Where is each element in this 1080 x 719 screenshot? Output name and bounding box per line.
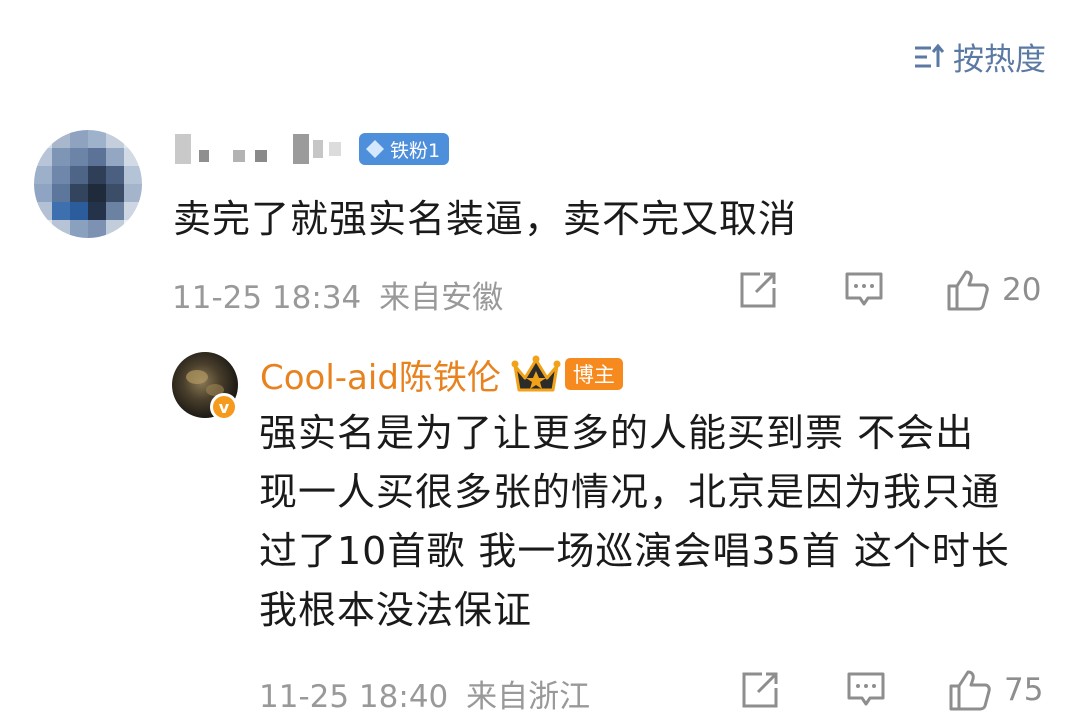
- share-button[interactable]: [738, 270, 778, 310]
- reply-location: 来自浙江: [466, 679, 591, 715]
- like-button[interactable]: 20: [946, 268, 1041, 312]
- like-icon: [949, 670, 991, 711]
- crown-icon: [511, 355, 561, 392]
- author-name: Cool-aid陈铁伦: [260, 357, 501, 398]
- reply-text-line: 我根本没法保证: [259, 588, 533, 632]
- like-count: 75: [1004, 672, 1044, 708]
- sort-label: 按热度: [953, 42, 1046, 78]
- comment-button[interactable]: [846, 670, 886, 710]
- reply-time: 11-25 18:40: [259, 679, 449, 715]
- share-icon: [742, 672, 778, 708]
- diamond-icon: [366, 140, 384, 158]
- reply-meta: 11-25 18:40 来自浙江: [259, 671, 590, 716]
- blogger-badge: 博主: [564, 358, 623, 390]
- comment-icon: [845, 272, 883, 306]
- author-name-pixelated: [175, 134, 341, 164]
- avatar[interactable]: [34, 130, 142, 238]
- comment-author[interactable]: 铁粉1: [175, 130, 450, 168]
- comment-meta: 11-25 18:34 来自安徽: [172, 272, 503, 317]
- like-icon: [947, 270, 989, 311]
- share-button[interactable]: [740, 670, 780, 710]
- reply-text: 强实名是为了让更多的人能买到票 不会出 现一人买很多张的情况，北京是因为我只通 …: [259, 404, 1059, 640]
- comment-button[interactable]: [844, 270, 884, 310]
- like-count: 20: [1002, 272, 1042, 308]
- reply-author[interactable]: Cool-aid陈铁伦 博主: [260, 352, 623, 398]
- sort-by-heat-button[interactable]: 按热度: [913, 34, 1046, 79]
- reply-text-line: 强实名是为了让更多的人能买到票 不会出: [259, 411, 975, 455]
- like-button[interactable]: 75: [948, 668, 1043, 712]
- comment-time: 11-25 18:34: [172, 280, 362, 316]
- fan-badge: 铁粉1: [359, 133, 450, 165]
- reply-text-line: 过了10首歌 我一场巡演会唱35首 这个时长: [259, 529, 1010, 573]
- sort-icon: [913, 43, 945, 71]
- comment-text: 卖完了就强实名装逼，卖不完又取消: [173, 197, 798, 241]
- verified-badge: v: [210, 393, 238, 421]
- comment-icon: [847, 672, 885, 706]
- share-icon: [740, 272, 776, 308]
- comment-location: 来自安徽: [379, 280, 504, 316]
- reply-text-line: 现一人买很多张的情况，北京是因为我只通: [259, 470, 1001, 514]
